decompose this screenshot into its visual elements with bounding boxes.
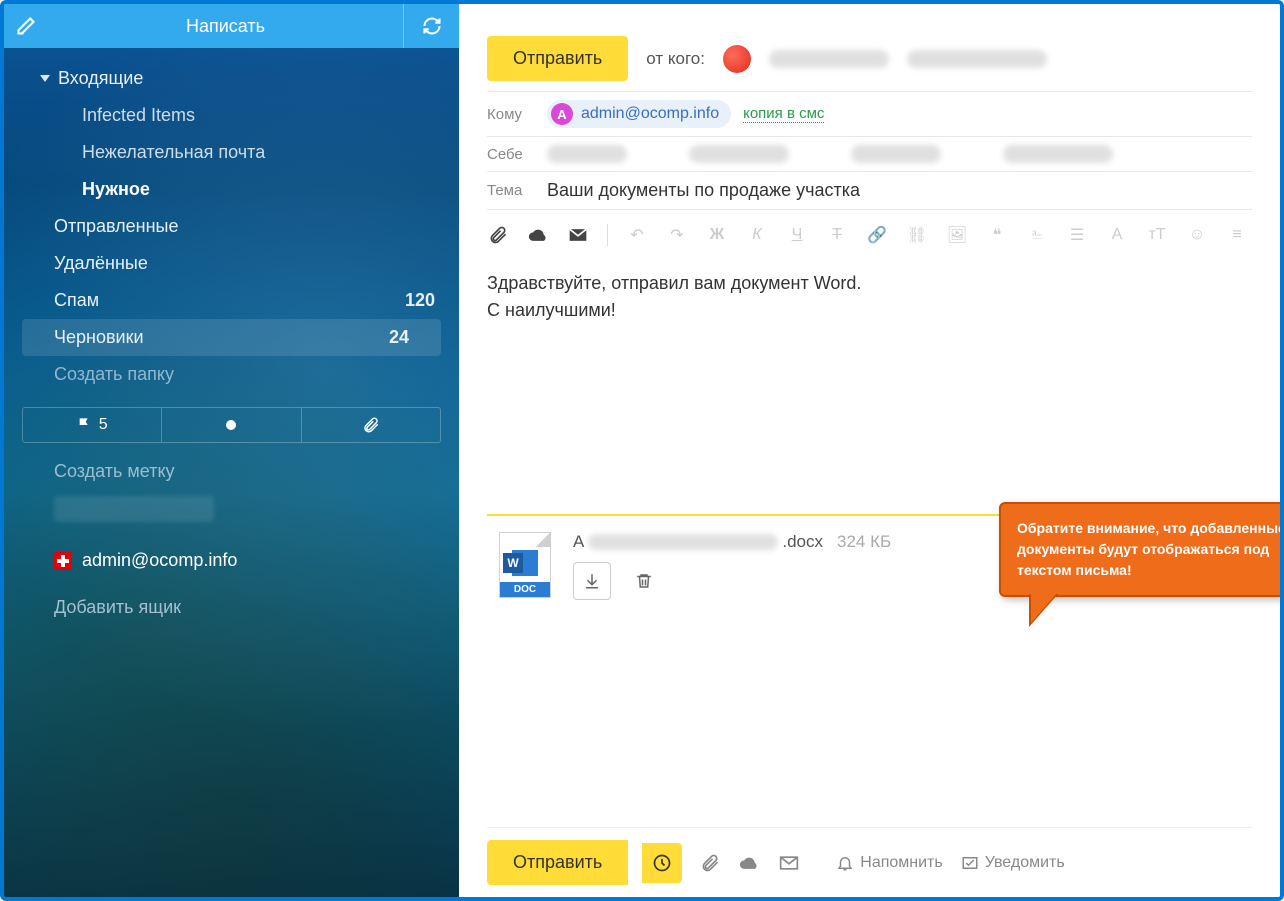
from-label: от кого: xyxy=(646,49,705,69)
mail-icon[interactable] xyxy=(567,224,589,246)
fontsize-icon[interactable]: тТ xyxy=(1146,224,1168,246)
folder-label: Infected Items xyxy=(82,105,195,126)
self-blur-1 xyxy=(547,145,627,163)
bold-icon[interactable]: Ж xyxy=(706,224,728,246)
account-item[interactable]: admin@ocomp.info xyxy=(4,540,459,581)
folder-label: Нежелательная почта xyxy=(82,142,265,163)
folder-important[interactable]: Нужное xyxy=(4,171,459,208)
body-line: Здравствуйте, отправил вам документ Word… xyxy=(487,270,1252,297)
send-button-bottom[interactable]: Отправить xyxy=(487,840,628,885)
folder-label: Создать папку xyxy=(54,364,174,385)
folder-label: Черновики xyxy=(54,327,144,348)
folder-label: Удалённые xyxy=(54,253,148,274)
self-label: Себе xyxy=(487,146,535,163)
chevron-down-icon xyxy=(40,75,50,82)
format-icon[interactable]: ⎁ xyxy=(1026,224,1048,246)
quote-icon[interactable]: ❝ xyxy=(986,224,1008,246)
redo-icon[interactable]: ↷ xyxy=(666,224,688,246)
create-folder[interactable]: Создать папку xyxy=(4,356,459,393)
filename-blurred xyxy=(588,534,778,550)
from-avatar[interactable] xyxy=(723,45,751,73)
subject-label: Тема xyxy=(487,182,535,199)
sidebar: Написать Входящие Infected Items Нежелат… xyxy=(4,4,459,897)
compose-label: Написать xyxy=(186,16,265,37)
self-blur-3 xyxy=(851,145,941,163)
indent-icon[interactable]: ☰ xyxy=(1066,224,1088,246)
notify-button[interactable]: Уведомить xyxy=(961,854,1065,872)
compose-button[interactable]: Написать xyxy=(48,4,404,48)
create-label-link[interactable]: Создать метку xyxy=(4,453,459,490)
attach-icon[interactable] xyxy=(487,224,509,246)
list-icon[interactable]: ≡ xyxy=(1226,224,1248,246)
widget-flag-count: 5 xyxy=(99,416,108,434)
widget-unread[interactable] xyxy=(162,408,301,442)
bottom-cloud-icon[interactable] xyxy=(738,853,760,873)
compose-pane: Отправить от кого: Кому А admin@ocomp.in… xyxy=(459,4,1280,897)
recipient-avatar: А xyxy=(551,103,573,125)
underline-icon[interactable]: Ч xyxy=(786,224,808,246)
folder-deleted[interactable]: Удалённые xyxy=(4,245,459,282)
sms-copy-link[interactable]: копия в смс xyxy=(743,105,824,123)
editor-toolbar: ↶ ↷ Ж К Ч Т 🔗 ⛓ 🖼 ❝ ⎁ ☰ A тТ ☺ ≡ xyxy=(487,210,1252,260)
folder-label: Входящие xyxy=(58,68,143,89)
attachment-thumbnail[interactable]: DOC xyxy=(499,532,551,598)
undo-icon[interactable]: ↶ xyxy=(626,224,648,246)
flag-icon xyxy=(54,552,72,570)
bottom-mail-icon[interactable] xyxy=(778,853,800,873)
download-attachment-button[interactable] xyxy=(573,562,611,600)
folder-count: 24 xyxy=(389,327,417,348)
add-mailbox-link[interactable]: Добавить ящик xyxy=(4,587,459,628)
blurred-label xyxy=(54,496,214,522)
sidebar-widgets: 5 xyxy=(22,407,441,443)
widget-flagged[interactable]: 5 xyxy=(23,408,162,442)
emoji-icon[interactable]: ☺ xyxy=(1186,224,1208,246)
compose-icon-button[interactable] xyxy=(4,4,48,48)
attachment-filename: А .docx 324 КБ xyxy=(573,532,891,552)
self-blur-2 xyxy=(689,145,789,163)
image-icon[interactable]: 🖼 xyxy=(946,224,968,246)
send-button-top[interactable]: Отправить xyxy=(487,36,628,81)
unlink-icon[interactable]: ⛓ xyxy=(906,224,928,246)
remind-button[interactable]: Напомнить xyxy=(836,854,942,872)
annotation-callout: Обратите внимание, что добавленные докум… xyxy=(999,502,1284,597)
from-name-blurred xyxy=(769,50,889,68)
body-line: С наилучшими! xyxy=(487,297,1252,324)
account-email: admin@ocomp.info xyxy=(82,550,237,571)
subject-input[interactable] xyxy=(547,180,1252,201)
schedule-send-button[interactable] xyxy=(642,843,682,883)
folder-sent[interactable]: Отправленные xyxy=(4,208,459,245)
folder-infected[interactable]: Infected Items xyxy=(4,97,459,134)
link-icon[interactable]: 🔗 xyxy=(866,224,888,246)
message-body[interactable]: Здравствуйте, отправил вам документ Word… xyxy=(487,260,1252,334)
recipient-email: admin@ocomp.info xyxy=(581,105,719,123)
folder-label: Нужное xyxy=(82,179,150,200)
doc-type-label: DOC xyxy=(500,582,550,597)
to-label: Кому xyxy=(487,106,535,123)
attachment-size: 324 КБ xyxy=(837,532,891,552)
bottom-attach-icon[interactable] xyxy=(700,853,720,873)
folder-label: Спам xyxy=(54,290,99,311)
folder-label: Отправленные xyxy=(54,216,179,237)
refresh-button[interactable] xyxy=(404,4,459,48)
widget-attachments[interactable] xyxy=(302,408,440,442)
strike-icon[interactable]: Т xyxy=(826,224,848,246)
folder-spam[interactable]: Спам 120 xyxy=(4,282,459,319)
folder-inbox[interactable]: Входящие xyxy=(4,60,459,97)
word-icon xyxy=(512,550,538,576)
color-icon[interactable]: A xyxy=(1106,224,1128,246)
cloud-icon[interactable] xyxy=(527,224,549,246)
italic-icon[interactable]: К xyxy=(746,224,768,246)
bottom-toolbar: Отправить Напомнить Уведомить xyxy=(487,827,1252,897)
toolbar-separator xyxy=(607,224,608,246)
self-blur-4 xyxy=(1003,145,1113,163)
from-email-blurred xyxy=(907,50,1047,68)
folder-drafts[interactable]: Черновики 24 xyxy=(22,319,441,356)
folder-junk[interactable]: Нежелательная почта xyxy=(4,134,459,171)
folder-count: 120 xyxy=(405,290,435,311)
recipient-chip[interactable]: А admin@ocomp.info xyxy=(547,100,731,128)
delete-attachment-button[interactable] xyxy=(625,562,663,600)
